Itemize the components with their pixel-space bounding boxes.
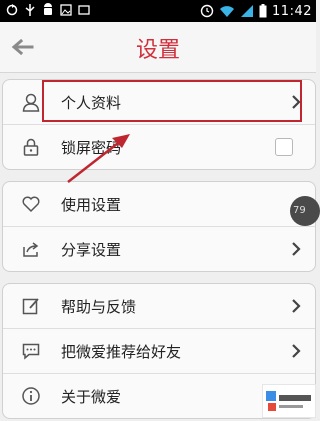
android-icon [44,3,52,15]
row-about-label: 关于微爱 [61,388,122,406]
clock: 11:42 [272,3,312,19]
person-icon [22,93,40,112]
annotation-highlight-box [42,80,302,122]
floating-speed-badge[interactable]: 79 [290,196,320,226]
share-icon [23,242,39,257]
battery-icon [259,4,267,18]
row-recommend-friends-label: 把微爱推荐给好友 [61,343,182,361]
chevron-right-icon [292,299,301,313]
header-bar: 设置 [0,22,316,73]
info-icon [22,387,40,405]
chevron-right-icon [292,344,301,358]
row-recommend-friends[interactable]: 把微爱推荐给好友 [3,329,315,374]
status-bar: 11:42 [0,0,316,22]
row-share-settings-label: 分享设置 [61,241,122,259]
usb-icon [25,4,35,16]
sync-icon [6,4,18,16]
page-title: 设置 [135,38,180,63]
chevron-right-icon [292,242,301,256]
lock-password-checkbox[interactable] [275,138,293,156]
wifi-icon [220,6,235,17]
row-usage-settings[interactable]: 使用设置 [3,182,315,227]
row-usage-settings-label: 使用设置 [61,196,122,214]
heart-icon [22,196,40,213]
screenshot-icon [78,5,90,15]
notification-icons [6,3,90,19]
signal-icon [241,5,254,17]
annotation-arrow-icon [67,134,130,183]
row-share-settings[interactable]: 分享设置 [3,227,315,271]
alarm-icon [200,4,214,18]
edit-icon [22,298,39,315]
settings-group-usage: 使用设置 分享设置 [2,181,316,272]
image-icon [60,4,72,16]
row-help-feedback[interactable]: 帮助与反馈 [3,284,315,329]
lock-icon [23,138,39,156]
row-help-feedback-label: 帮助与反馈 [61,298,137,316]
watermark-logo [262,384,316,418]
chat-bubble-icon [22,343,40,360]
row-lock-password[interactable]: 锁屏密码 [3,125,315,169]
